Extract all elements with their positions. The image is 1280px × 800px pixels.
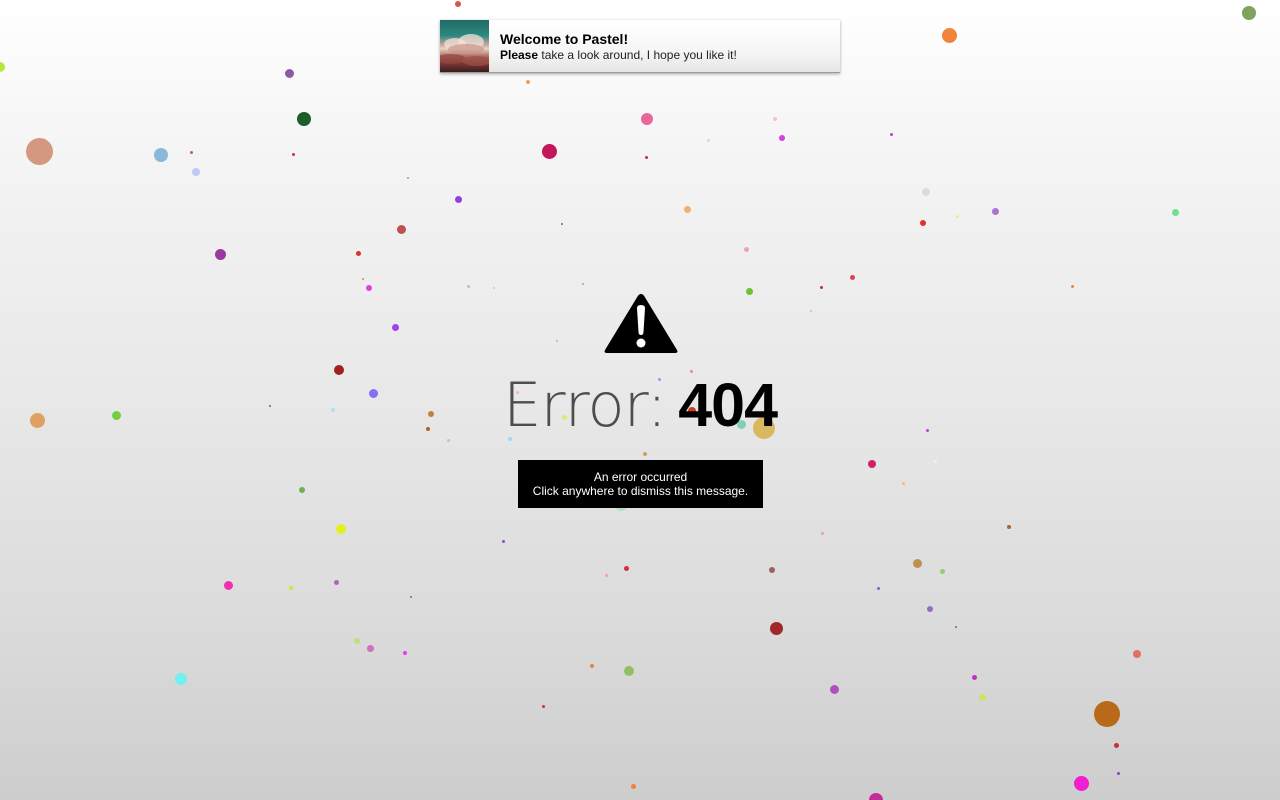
confetti-dot <box>641 113 653 125</box>
confetti-dot <box>820 531 824 535</box>
confetti-dot <box>604 573 608 577</box>
confetti-dot <box>297 112 311 126</box>
confetti-dot <box>336 524 346 534</box>
confetti-dot <box>541 704 545 708</box>
confetti-dot <box>366 644 374 652</box>
confetti-dot <box>868 460 876 468</box>
error-label: Error: <box>502 370 667 441</box>
confetti-dot <box>466 284 470 288</box>
confetti-dot <box>556 340 558 342</box>
confetti-dot <box>541 143 557 159</box>
confetti-dot <box>912 558 922 568</box>
confetti-dot <box>0 62 5 72</box>
confetti-dot <box>25 137 53 165</box>
confetti-dot <box>819 285 823 289</box>
confetti-dot <box>407 177 409 179</box>
confetti-dot <box>991 207 999 215</box>
confetti-dot <box>849 274 855 280</box>
notification-thumbnail-image <box>440 20 489 72</box>
confetti-dot <box>396 224 406 234</box>
dismiss-message-box[interactable]: An error occurred Click anywhere to dism… <box>518 460 763 508</box>
confetti-dot <box>1116 771 1120 775</box>
confetti-dot <box>745 287 753 295</box>
confetti-dot <box>1133 650 1141 658</box>
confetti-dot <box>1073 775 1089 791</box>
confetti-dot <box>355 250 361 256</box>
confetti-dot <box>920 220 926 226</box>
confetti-dot <box>644 155 648 159</box>
confetti-dot <box>941 27 957 43</box>
message-line-1: An error occurred <box>593 470 688 484</box>
confetti-dot <box>192 168 200 176</box>
confetti-dot <box>354 638 360 644</box>
confetti-dot <box>391 323 399 331</box>
confetti-dot <box>901 481 905 485</box>
confetti-dot <box>779 135 785 141</box>
confetti-dot <box>214 248 226 260</box>
notification-message-bold: Please <box>500 48 539 62</box>
confetti-dot <box>362 278 364 280</box>
confetti-dot <box>922 188 930 196</box>
confetti-dot <box>1242 6 1256 20</box>
confetti-dot <box>869 793 883 800</box>
confetti-dot <box>810 310 812 312</box>
confetti-dot <box>955 214 959 218</box>
confetti-dot <box>526 80 530 84</box>
confetti-dot <box>154 148 168 162</box>
confetti-dot <box>769 621 783 635</box>
confetti-dot <box>561 223 563 225</box>
confetti-dot <box>889 132 893 136</box>
confetti-dot <box>333 579 339 585</box>
confetti-dot <box>829 684 839 694</box>
confetti-dot <box>189 150 193 154</box>
page-background[interactable]: { "notification": { "title": "Welcome to… <box>0 0 1280 800</box>
confetti-dot <box>773 117 777 121</box>
confetti-dot <box>175 673 187 685</box>
confetti-dot <box>623 565 629 571</box>
confetti-dot <box>582 283 584 285</box>
notification-title: Welcome to Pastel! <box>500 31 629 47</box>
confetti-dot <box>1094 701 1120 727</box>
error-code: 404 <box>678 371 778 439</box>
notification-message-text: take a look around, I hope you like it! <box>538 48 737 62</box>
warning-icon <box>604 294 678 353</box>
confetti-dot <box>955 626 957 628</box>
confetti-dot <box>1007 525 1011 529</box>
confetti-dot <box>927 606 933 612</box>
confetti-dot <box>624 666 634 676</box>
confetti-dot <box>223 580 233 590</box>
confetti-dot <box>590 664 594 668</box>
confetti-dot <box>1113 742 1119 748</box>
confetti-dot <box>493 287 495 289</box>
confetti-dot <box>683 205 691 213</box>
confetti-dot <box>939 568 945 574</box>
error-heading: Error: 404 <box>0 370 1280 441</box>
confetti-dot <box>971 674 977 680</box>
confetti-dot <box>403 651 407 655</box>
confetti-dot <box>933 459 937 463</box>
confetti-dot <box>643 452 647 456</box>
confetti-dot <box>978 693 986 701</box>
confetti-dot <box>876 586 880 590</box>
confetti-dot <box>455 1 461 7</box>
welcome-notification[interactable]: Welcome to Pastel! Please take a look ar… <box>440 20 840 73</box>
confetti-dot <box>454 195 462 203</box>
notification-message: Please take a look around, I hope you li… <box>500 48 737 62</box>
confetti-dot <box>630 783 636 789</box>
confetti-dot <box>410 596 412 598</box>
confetti-dot <box>1046 753 1050 757</box>
confetti-dot <box>743 246 749 252</box>
confetti-dot <box>501 539 505 543</box>
message-line-2: Click anywhere to dismiss this message. <box>532 484 749 498</box>
confetti-dot <box>289 586 293 590</box>
confetti-dot <box>299 487 305 493</box>
confetti-dot <box>1171 208 1179 216</box>
confetti-dot <box>1070 284 1074 288</box>
confetti-dot <box>769 567 775 573</box>
confetti-dot <box>706 138 710 142</box>
confetti-dot <box>284 68 294 78</box>
confetti-dot <box>366 285 372 291</box>
confetti-dot <box>291 152 295 156</box>
